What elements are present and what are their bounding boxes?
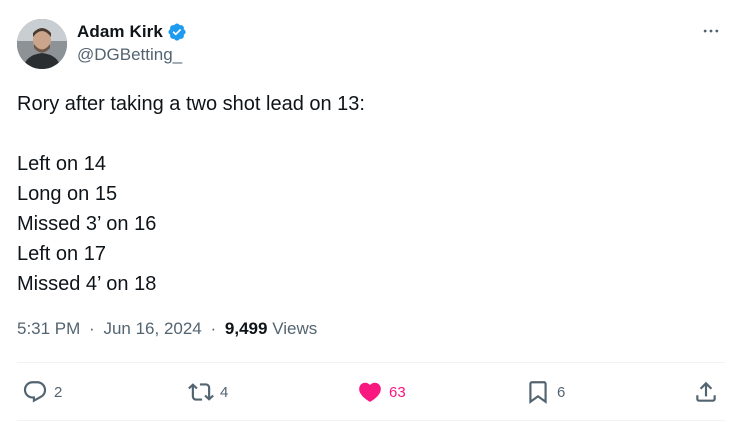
retweet-button[interactable]: 4 — [188, 379, 228, 405]
share-icon — [693, 379, 719, 405]
avatar-image — [17, 19, 67, 69]
tweet-date[interactable]: Jun 16, 2024 — [103, 319, 201, 338]
more-horizontal-icon[interactable] — [700, 20, 722, 42]
divider — [17, 420, 725, 421]
tweet-meta: 5:31 PM · Jun 16, 2024 · 9,499 Views — [17, 316, 317, 342]
action-bar: 2 4 63 6 — [0, 363, 742, 420]
tweet-line: Left on 17 — [17, 243, 106, 265]
heart-filled-icon — [357, 379, 383, 405]
tweet-line: Missed 4’ on 18 — [17, 273, 157, 295]
tweet-time[interactable]: 5:31 PM — [17, 319, 80, 338]
author-handle[interactable]: @DGBetting_ — [77, 45, 182, 65]
bookmark-count: 6 — [557, 383, 566, 401]
tweet-line: Rory after taking a two shot lead on 13: — [17, 93, 365, 115]
like-button[interactable]: 63 — [357, 379, 406, 405]
views-count[interactable]: 9,499 — [225, 319, 268, 338]
tweet-line: Missed 3’ on 16 — [17, 213, 157, 235]
views-label: Views — [272, 319, 318, 338]
bookmark-button[interactable]: 6 — [525, 379, 565, 405]
author-display-name[interactable]: Adam Kirk — [77, 22, 163, 42]
meta-separator: · — [210, 319, 217, 338]
tweet-line — [17, 119, 717, 149]
share-button[interactable] — [693, 379, 719, 405]
retweet-count: 4 — [220, 383, 229, 401]
tweet-line: Left on 14 — [17, 153, 106, 175]
avatar[interactable] — [17, 19, 67, 69]
reply-icon — [22, 379, 48, 405]
tweet-line: Long on 15 — [17, 183, 118, 205]
tweet-text: Rory after taking a two shot lead on 13:… — [17, 89, 717, 299]
verified-badge-icon[interactable] — [167, 22, 187, 42]
retweet-icon — [188, 379, 214, 405]
reply-count: 2 — [54, 383, 63, 401]
bookmark-icon — [525, 379, 551, 405]
reply-button[interactable]: 2 — [22, 379, 62, 405]
like-count: 63 — [389, 383, 406, 401]
tweet-card: Adam Kirk @DGBetting_ Rory after taking … — [0, 0, 742, 422]
meta-separator: · — [89, 319, 95, 338]
author-name-row: Adam Kirk — [77, 20, 187, 44]
